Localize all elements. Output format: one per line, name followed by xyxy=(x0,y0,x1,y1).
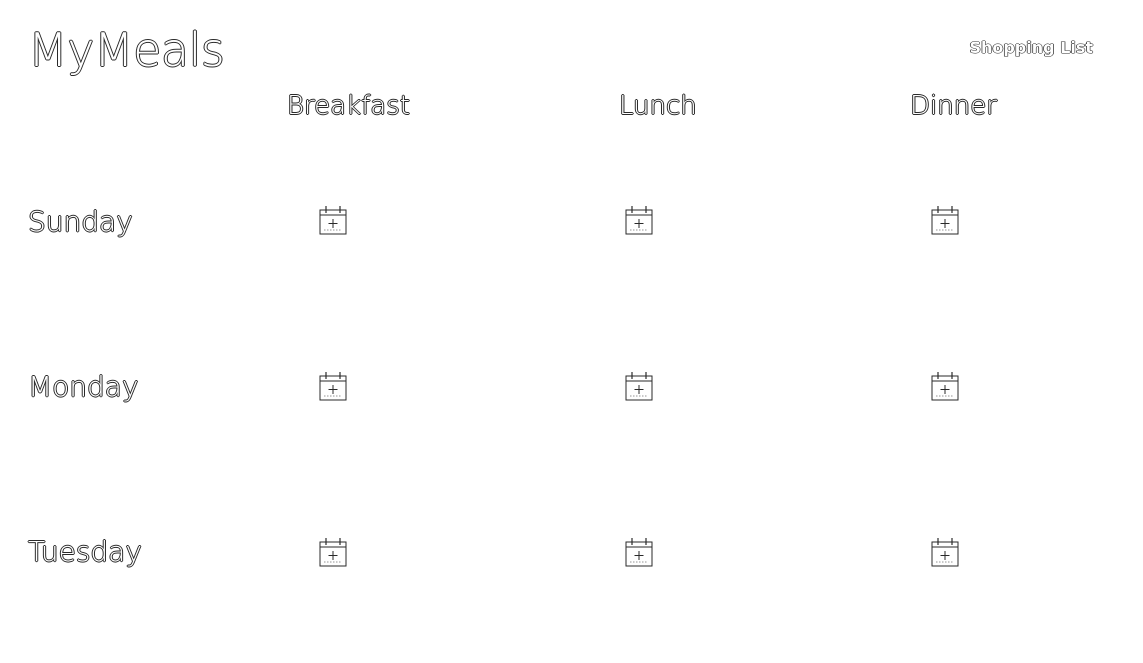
calendar-add-icon xyxy=(930,204,962,236)
meal-grid: Breakfast Lunch Dinner Sunday Monday Tue… xyxy=(0,0,1143,663)
slot-sunday-dinner[interactable] xyxy=(930,204,962,238)
slot-sunday-breakfast[interactable] xyxy=(318,204,350,238)
calendar-add-icon xyxy=(624,204,656,236)
slot-tuesday-breakfast[interactable] xyxy=(318,536,350,570)
day-label-sunday: Sunday xyxy=(28,205,133,238)
slot-tuesday-lunch[interactable] xyxy=(624,536,656,570)
calendar-add-icon xyxy=(318,536,350,568)
meal-planner-page: MyMeals Shopping List Breakfast Lunch Di… xyxy=(0,0,1143,663)
day-label-tuesday: Tuesday xyxy=(28,535,142,568)
slot-tuesday-dinner[interactable] xyxy=(930,536,962,570)
column-header-dinner: Dinner xyxy=(910,91,997,121)
calendar-add-icon xyxy=(624,370,656,402)
calendar-add-icon xyxy=(930,536,962,568)
day-label-monday: Monday xyxy=(28,370,139,403)
slot-sunday-lunch[interactable] xyxy=(624,204,656,238)
column-header-breakfast: Breakfast xyxy=(287,91,410,121)
slot-monday-lunch[interactable] xyxy=(624,370,656,404)
column-header-lunch: Lunch xyxy=(619,91,697,121)
slot-monday-dinner[interactable] xyxy=(930,370,962,404)
calendar-add-icon xyxy=(318,370,350,402)
slot-monday-breakfast[interactable] xyxy=(318,370,350,404)
calendar-add-icon xyxy=(624,536,656,568)
calendar-add-icon xyxy=(318,204,350,236)
calendar-add-icon xyxy=(930,370,962,402)
